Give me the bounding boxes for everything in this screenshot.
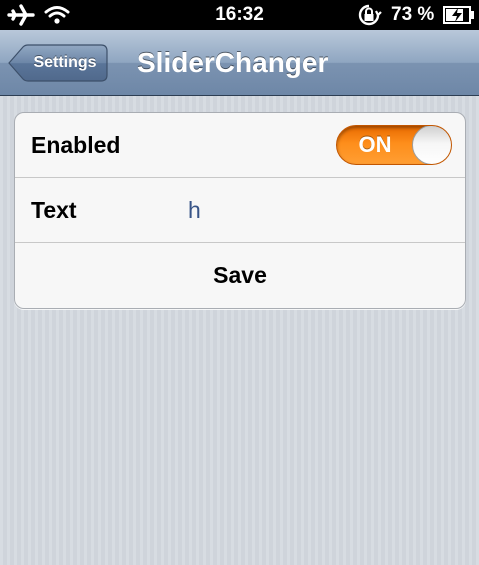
battery-charging-icon: [443, 6, 475, 29]
toggle-knob: [412, 126, 451, 164]
page-title: SliderChanger: [137, 47, 329, 78]
settings-table: Enabled ON Text h Save: [14, 112, 466, 309]
enabled-label: Enabled: [31, 132, 121, 158]
navigation-bar: Settings SliderChanger: [0, 30, 479, 96]
text-label: Text: [31, 197, 77, 223]
rotation-lock-icon: [356, 4, 382, 31]
status-bar: 16:32 73 %: [0, 0, 479, 30]
enabled-toggle[interactable]: ON: [336, 125, 452, 165]
text-field[interactable]: h: [188, 178, 201, 243]
save-row[interactable]: Save: [15, 243, 465, 308]
back-button-label: Settings: [33, 54, 97, 71]
toggle-on-text: ON: [358, 132, 392, 157]
back-button[interactable]: Settings: [8, 44, 108, 82]
enabled-row: Enabled ON: [15, 113, 465, 178]
save-button[interactable]: Save: [15, 243, 465, 308]
text-row[interactable]: Text h: [15, 178, 465, 243]
battery-percent: 73 %: [391, 4, 435, 25]
